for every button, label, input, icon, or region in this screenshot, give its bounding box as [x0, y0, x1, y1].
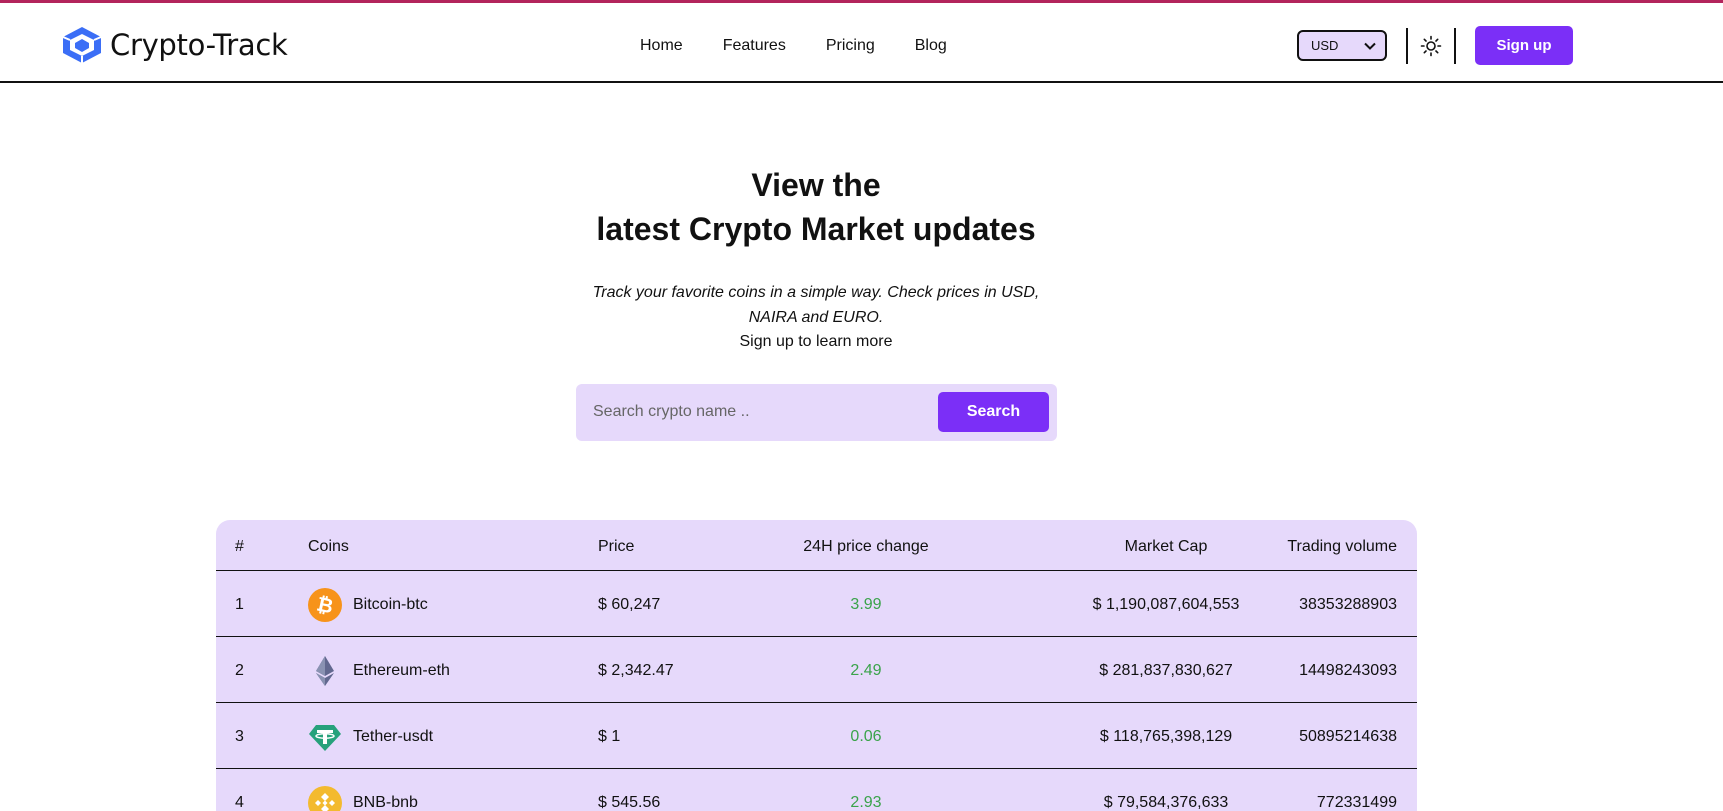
- search-panel: Search: [576, 384, 1057, 441]
- coin-name: Ethereum-eth: [353, 662, 450, 679]
- ethereum-icon: [316, 656, 334, 686]
- cube-logo-icon: [62, 27, 102, 63]
- rank-cell: 3: [235, 728, 244, 745]
- change-cell: 2.93: [850, 794, 882, 811]
- volume-cell: 50895214638: [1299, 728, 1397, 745]
- market-cap-cell: $ 118,765,398,129: [1099, 728, 1233, 745]
- chevron-down-icon: [1364, 42, 1376, 50]
- search-button[interactable]: Search: [938, 392, 1049, 432]
- hero-title: View the latest Crypto Market updates: [0, 163, 1632, 251]
- market-cap-cell: $ 281,837,830,627: [1099, 662, 1233, 679]
- table-row[interactable]: 1 ₿ Bitcoin-btc $ 60,247 3.99 $ 1,190,08…: [216, 571, 1417, 637]
- price-cell: $ 2,342.47: [598, 662, 674, 679]
- change-cell: 3.99: [850, 596, 882, 613]
- hero-cta-text: Sign up to learn more: [739, 333, 893, 350]
- header-rank: #: [235, 538, 244, 555]
- bnb-icon: [308, 786, 342, 811]
- hero-title-line2: latest Crypto Market updates: [596, 211, 1036, 247]
- coin-name: Tether-usdt: [353, 728, 434, 745]
- hero-subtitle: Track your favorite coins in a simple wa…: [592, 284, 1040, 326]
- coins-table: # Coins Price 24H price change Market Ca…: [216, 520, 1417, 811]
- brand[interactable]: Crypto-Track: [60, 25, 288, 65]
- bitcoin-icon: ₿: [308, 588, 342, 622]
- coin-name: BNB-bnb: [353, 794, 418, 811]
- tether-icon: [309, 725, 341, 751]
- currency-value: USD: [1311, 38, 1339, 53]
- table-row[interactable]: 2 Ethereum-eth $ 2,342.47 2.49 $ 281,837…: [216, 637, 1417, 703]
- rank-cell: 1: [235, 596, 244, 613]
- nav-link-home[interactable]: Home: [640, 33, 683, 59]
- header-price: Price: [598, 538, 635, 555]
- volume-cell: 14498243093: [1299, 662, 1397, 679]
- header-trading-volume: Trading volume: [1287, 538, 1397, 555]
- header-coins: Coins: [308, 538, 349, 555]
- change-cell: 2.49: [850, 662, 882, 679]
- market-cap-cell: $ 1,190,087,604,553: [1092, 596, 1240, 613]
- sun-icon[interactable]: [1420, 35, 1442, 57]
- price-cell: $ 60,247: [598, 596, 661, 613]
- divider: [1406, 28, 1408, 64]
- rank-cell: 4: [235, 794, 244, 811]
- price-cell: $ 545.56: [598, 794, 661, 811]
- volume-cell: 772331499: [1316, 794, 1397, 811]
- header-market-cap: Market Cap: [1124, 538, 1208, 555]
- currency-select[interactable]: USD: [1297, 30, 1387, 61]
- table-header-row: # Coins Price 24H price change Market Ca…: [216, 520, 1417, 571]
- header-24h-change: 24H price change: [803, 538, 929, 555]
- coin-name: Bitcoin-btc: [353, 596, 428, 613]
- signup-button[interactable]: Sign up: [1475, 26, 1573, 65]
- market-cap-cell: $ 79,584,376,633: [1103, 794, 1229, 811]
- navbar: Crypto-Track Home Features Pricing Blog …: [0, 3, 1723, 83]
- table-row[interactable]: 4 BNB-bnb $ 545.56 2.93 $ 79,584,376,633…: [216, 769, 1417, 811]
- price-cell: $ 1: [598, 728, 621, 745]
- brand-name: Crypto-Track: [110, 28, 288, 62]
- hero-title-line1: View the: [751, 167, 881, 203]
- change-cell: 0.06: [850, 728, 882, 745]
- search-input[interactable]: [584, 392, 904, 432]
- table-row[interactable]: 3 Tether-usdt $ 1 0.06 $ 118,765,398,129…: [216, 703, 1417, 769]
- main-menu: Home Features Pricing Blog: [640, 33, 987, 59]
- nav-link-blog[interactable]: Blog: [915, 33, 947, 59]
- nav-link-features[interactable]: Features: [723, 33, 786, 59]
- rank-cell: 2: [235, 662, 244, 679]
- volume-cell: 38353288903: [1299, 596, 1397, 613]
- nav-link-pricing[interactable]: Pricing: [826, 33, 875, 59]
- divider: [1454, 28, 1456, 64]
